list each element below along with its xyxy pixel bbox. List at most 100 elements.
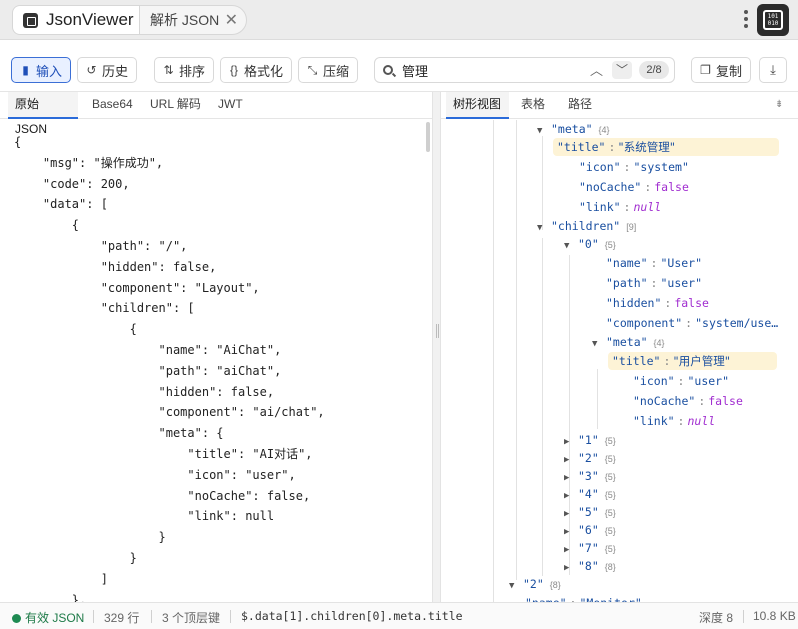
tree-leaf[interactable]: "name": "User" [606, 254, 702, 272]
file-icon: ▮ [22, 63, 29, 77]
code-line: "component": "ai/chat", [14, 405, 325, 420]
tree-leaf[interactable]: "component": "system/use… [606, 314, 778, 332]
tab-path[interactable]: 路径 [561, 92, 599, 119]
tree-node[interactable]: ▶ "2" {5} [564, 449, 616, 467]
tree-guide [597, 369, 598, 429]
input-tabs: 原始 JSON Base64 URL 解码 JWT [0, 92, 432, 136]
code-line: ] [14, 571, 108, 586]
panel-splitter[interactable] [432, 92, 441, 602]
title-bar: JsonViewer 解析 JSON ✕ 101 010 [0, 0, 798, 40]
tree-node[interactable]: ▶ "6" {5} [564, 521, 616, 539]
code-line: }, [14, 592, 87, 602]
brand-logo[interactable]: 101 010 [757, 4, 789, 36]
tree-value: false [674, 296, 709, 310]
caret-down-icon[interactable]: ▼ [592, 335, 606, 353]
tree-leaf[interactable]: "title": "系统管理" [553, 138, 779, 156]
tree-node[interactable]: ▼ "2" {8} [509, 575, 561, 593]
caret-right-icon[interactable]: ▶ [564, 559, 578, 577]
input-button[interactable]: ▮ 输入 [11, 57, 71, 83]
code-line: "path": "/", [14, 238, 188, 253]
download-button[interactable]: ⤓ [759, 57, 787, 83]
caret-down-icon[interactable]: ▼ [537, 219, 551, 237]
child-count-badge: {5} [604, 240, 616, 250]
tree-key: "meta" [551, 122, 593, 136]
child-count-badge: {5} [604, 490, 616, 500]
caret-down-icon[interactable]: ▼ [537, 122, 551, 140]
tab-parse-json[interactable]: 解析 JSON ✕ [139, 5, 247, 35]
tab-jwt[interactable]: JWT [211, 92, 250, 119]
tab-url-decode[interactable]: URL 解码 [143, 92, 208, 119]
tree-guide [542, 238, 543, 576]
tab-base64[interactable]: Base64 [85, 92, 140, 119]
tab-table[interactable]: 表格 [514, 92, 552, 119]
history-button[interactable]: ↺ 历史 [77, 57, 137, 83]
raw-json-editor[interactable]: { "msg": "操作成功", "code": 200, "data": [ … [0, 120, 432, 602]
tree-node[interactable]: ▶ "3" {5} [564, 467, 616, 485]
tree-key: "title" [612, 354, 661, 368]
tree-node[interactable]: ▼ "meta" {4} [537, 120, 610, 138]
tree-leaf[interactable]: "link": null [633, 412, 715, 430]
tree-leaf[interactable]: "icon": "system" [579, 158, 689, 176]
tree-leaf[interactable]: "link": null [579, 198, 661, 216]
tree-guide [516, 120, 517, 580]
search-input[interactable] [402, 62, 572, 78]
tree-node[interactable]: ▼ "0" {5} [564, 235, 616, 253]
toolbar: ▮ 输入 ↺ 历史 ⇅ 排序 {} 格式化 ⤡ 压缩 ︿ ﹀ 2/8 ❐ 复制 … [0, 48, 798, 92]
collapse-all-icon[interactable]: ⇟ [775, 99, 785, 111]
tree-leaf[interactable]: "noCache": false [579, 178, 689, 196]
tree-key: "8" [578, 559, 599, 573]
caret-down-icon[interactable]: ▼ [564, 237, 578, 255]
editor-scrollbar[interactable] [426, 122, 430, 152]
tab-tree-view[interactable]: 树形视图 [446, 92, 509, 119]
tree-leaf[interactable]: "name":"Monitor" [525, 594, 642, 602]
close-icon[interactable]: ✕ [225, 10, 238, 30]
child-count-badge: {8} [549, 580, 561, 590]
chevron-up-icon[interactable]: ︿ [590, 60, 603, 79]
tree-key: "1" [578, 433, 599, 447]
search-match-count: 2/8 [639, 61, 669, 79]
tree-key: "2" [523, 577, 544, 591]
child-count-badge: {4} [598, 125, 610, 135]
caret-down-icon[interactable]: ▼ [509, 577, 523, 595]
tree-leaf[interactable]: "noCache": false [633, 392, 743, 410]
child-count-badge: {8} [604, 562, 616, 572]
tree-node[interactable]: ▶ "1" {5} [564, 431, 616, 449]
tree-node[interactable]: ▼ "meta" {4} [592, 333, 665, 351]
tree-key: "6" [578, 523, 599, 537]
format-button[interactable]: {} 格式化 [220, 57, 292, 83]
binary-icon: 101 010 [763, 10, 783, 30]
child-count-badge: {5} [604, 508, 616, 518]
tree-leaf[interactable]: "icon": "user" [633, 372, 729, 390]
tree-node[interactable]: ▶ "7" {5} [564, 539, 616, 557]
tab-raw-json[interactable]: 原始 JSON [8, 92, 78, 136]
sort-button[interactable]: ⇅ 排序 [154, 57, 214, 83]
code-line: { [14, 135, 22, 149]
tree-leaf[interactable]: "path": "user" [606, 274, 702, 292]
child-count-badge: {5} [604, 544, 616, 554]
code-line: "children": [ [14, 301, 195, 316]
colon-separator: : [663, 354, 671, 368]
tree-leaf[interactable]: "title": "用户管理" [608, 352, 777, 370]
app-tab[interactable]: JsonViewer [12, 5, 139, 35]
copy-button[interactable]: ❐ 复制 [691, 57, 751, 83]
tree-leaf[interactable]: "hidden": false [606, 294, 709, 312]
top-level-keys: 3 个顶层键 [162, 611, 221, 625]
colon-separator: : [698, 394, 706, 408]
search-icon [383, 65, 393, 75]
tree-node[interactable]: ▶ "4" {5} [564, 485, 616, 503]
tree-key: "noCache" [579, 180, 642, 194]
more-menu-icon[interactable] [741, 8, 751, 32]
compress-button-label: 压缩 [322, 63, 349, 79]
compress-button[interactable]: ⤡ 压缩 [298, 57, 358, 83]
current-path: $.data[1].children[0].meta.title [241, 609, 463, 623]
tree-node[interactable]: ▼ "children" [9] [537, 217, 636, 235]
tree-node[interactable]: ▶ "8" {8} [564, 557, 616, 575]
tree-node[interactable]: ▶ "5" {5} [564, 503, 616, 521]
history-icon: ↺ [86, 63, 97, 77]
colon-separator: : [685, 316, 693, 330]
colon-separator: : [677, 414, 685, 428]
colon-separator: : [650, 276, 658, 290]
line-count: 329 行 [104, 611, 140, 625]
chevron-down-icon[interactable]: ﹀ [612, 61, 632, 79]
sort-button-label: 排序 [178, 63, 205, 79]
